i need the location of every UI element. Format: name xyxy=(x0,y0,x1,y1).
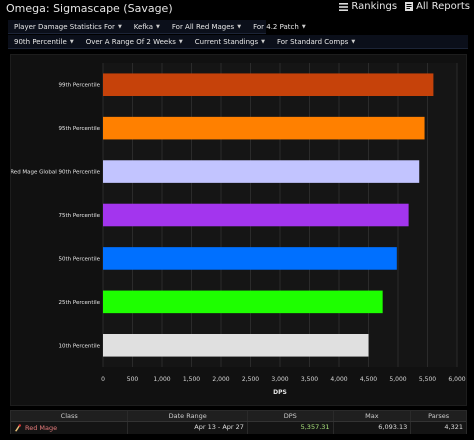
dropdown-patch[interactable]: For 4.2 Patch ▼ xyxy=(247,20,312,34)
dropdown-standings[interactable]: Current Standings ▼ xyxy=(189,35,271,49)
dropdown-range[interactable]: Over A Range Of 2 Weeks ▼ xyxy=(80,35,189,49)
menu-lines-icon xyxy=(339,2,349,11)
x-tick-label: 5,000 xyxy=(389,376,406,383)
bar xyxy=(103,247,397,270)
header-parses[interactable]: Parses xyxy=(411,411,466,421)
x-tick-label: 3,000 xyxy=(271,376,288,383)
top-links: Rankings All Reports xyxy=(339,1,470,12)
table-row[interactable]: Red Mage Apr 13 - Apr 27 5,357.31 6,093.… xyxy=(11,422,466,434)
page-title: Omega: Sigmascape (Savage) xyxy=(6,2,173,15)
bar xyxy=(103,73,434,97)
caret-down-icon: ▼ xyxy=(261,38,265,45)
caret-down-icon: ▼ xyxy=(178,38,183,45)
caret-down-icon: ▼ xyxy=(301,23,306,30)
x-tick-label: 500 xyxy=(127,376,139,383)
table-header: Class Date Range DPS Max Parses xyxy=(11,411,466,422)
x-tick-label: 2,000 xyxy=(212,376,229,383)
category-label: Red Mage Global 90th Percentile xyxy=(11,170,101,176)
header-date-range[interactable]: Date Range xyxy=(128,411,248,421)
rankings-link[interactable]: Rankings xyxy=(339,1,397,12)
header-class[interactable]: Class xyxy=(11,411,129,421)
x-tick-label: 2,500 xyxy=(242,376,259,383)
header-dps[interactable]: DPS xyxy=(248,411,334,421)
caret-down-icon: ▼ xyxy=(69,38,74,45)
dps-chart: 0 500 1,000 1,500 2,000 2,500 3,000 3,500 4,000 4… xyxy=(10,54,467,406)
dropdown-class[interactable]: For All Red Mages ▼ xyxy=(166,20,247,34)
category-label: 75th Percentile xyxy=(58,213,100,219)
x-tick-label: 0 xyxy=(101,376,105,383)
x-tick-label: 1,000 xyxy=(153,376,170,383)
x-tick-label: 4,000 xyxy=(330,376,347,383)
x-tick-label: 3,500 xyxy=(301,376,318,383)
bar xyxy=(103,160,420,183)
cell-max: 6,093.13 xyxy=(334,422,412,434)
bar xyxy=(103,116,425,140)
x-tick-label: 1,500 xyxy=(183,376,200,383)
caret-down-icon: ▼ xyxy=(237,23,242,30)
x-tick-label: 4,500 xyxy=(360,376,377,383)
category-label: 50th Percentile xyxy=(58,256,100,262)
dropdown-percentile[interactable]: 90th Percentile ▼ xyxy=(8,35,80,49)
dropdown-encounter[interactable]: Kefka ▼ xyxy=(128,20,166,34)
cell-date-range: Apr 13 - Apr 27 xyxy=(128,422,248,434)
red-mage-icon xyxy=(14,424,22,432)
filter-bar-secondary: 90th Percentile ▼ Over A Range Of 2 Weeks… xyxy=(8,35,468,49)
filter-bar-primary: Player Damage Statistics For ▼ Kefka ▼ For… xyxy=(8,20,306,34)
class-name: Red Mage xyxy=(25,423,58,432)
dropdown-comps[interactable]: For Standard Comps ▼ xyxy=(271,35,361,49)
caret-down-icon: ▼ xyxy=(117,23,122,30)
bar xyxy=(103,203,409,227)
all-reports-link[interactable]: All Reports xyxy=(405,1,470,12)
category-label: 99th Percentile xyxy=(58,83,100,89)
x-tick-label: 5,500 xyxy=(419,376,436,383)
dropdown-metric[interactable]: Player Damage Statistics For ▼ xyxy=(8,20,128,34)
x-tick-label: 6,000 xyxy=(448,376,465,383)
page-header: Omega: Sigmascape (Savage) Rankings All … xyxy=(0,0,474,20)
bar xyxy=(103,333,369,357)
x-axis-label: DPS xyxy=(273,389,287,396)
all-reports-label: All Reports xyxy=(416,1,470,12)
caret-down-icon: ▼ xyxy=(351,38,356,45)
header-max[interactable]: Max xyxy=(334,411,412,421)
cell-parses: 4,321 xyxy=(444,423,463,431)
bar xyxy=(103,290,383,314)
caret-down-icon: ▼ xyxy=(156,23,160,30)
reports-icon xyxy=(405,2,414,11)
cell-dps: 5,357.31 xyxy=(248,422,334,434)
category-label: 10th Percentile xyxy=(58,343,100,349)
category-label: 95th Percentile xyxy=(58,126,100,132)
category-label: 25th Percentile xyxy=(58,300,100,306)
cell-class: Red Mage xyxy=(11,422,129,434)
rankings-label: Rankings xyxy=(351,1,398,12)
dps-bar-chart: 0 500 1,000 1,500 2,000 2,500 3,000 3,500 4,000 4… xyxy=(11,63,466,396)
stats-table: Class Date Range DPS Max Parses Red Mage… xyxy=(10,410,467,434)
